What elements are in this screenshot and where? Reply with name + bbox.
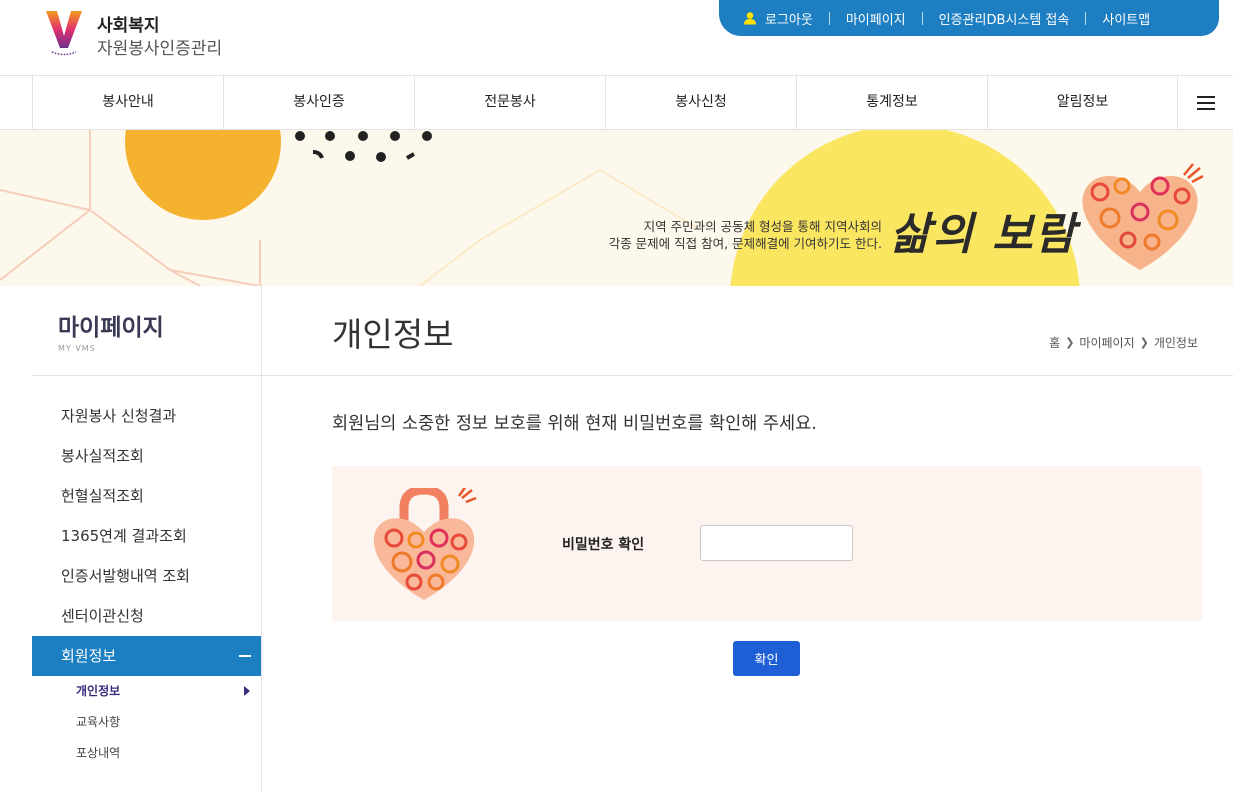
sidebar-item-1365-results[interactable]: 1365연계 결과조회: [32, 516, 261, 556]
breadcrumb-chevron-icon: ❯: [1139, 336, 1149, 349]
sidebar-menu: 자원봉사 신청결과 봉사실적조회 헌혈실적조회 1365연계 결과조회 인증서발…: [32, 376, 261, 769]
logo-subtitle: 자원봉사인증관리: [97, 39, 223, 59]
content-body: 회원님의 소중한 정보 보호를 위해 현재 비밀번호를 확인해 주세요. 비밀번…: [262, 376, 1233, 792]
util-divider: [1085, 11, 1087, 25]
banner-desc-line1: 지역 주민과의 공동체 형성을 통해 지역사회의: [643, 219, 882, 234]
sidebar: 마이페이지 MY VMS 자원봉사 신청결과 봉사실적조회 헌혈실적조회 136…: [32, 286, 262, 792]
main-navigation: 봉사안내 봉사인증 전문봉사 봉사신청 통계정보 알림정보: [0, 75, 1233, 130]
sidebar-subitem-label: 개인정보: [76, 684, 121, 698]
gnb-item-notices[interactable]: 알림정보: [987, 76, 1177, 129]
current-arrow-icon: [244, 686, 250, 696]
sitemap-link[interactable]: 사이트맵: [1102, 9, 1150, 28]
heart-illustration: [1082, 163, 1204, 270]
mypage-link[interactable]: 마이페이지: [846, 9, 906, 28]
sub-visual-banner: 지역 주민과의 공동체 형성을 통해 지역사회의 각종 문제에 직접 참여, 문…: [0, 130, 1233, 286]
banner-slogan: 삶의 보람: [890, 209, 1078, 260]
password-label: 비밀번호 확인: [562, 537, 645, 553]
banner-desc-line2: 각종 문제에 직접 참여, 문제해결에 기여하기도 한다.: [608, 236, 882, 251]
gnb-item-statistics[interactable]: 통계정보: [796, 76, 987, 129]
sidebar-subitem-awards[interactable]: 포상내역: [32, 738, 261, 769]
sidebar-item-center-transfer[interactable]: 센터이관신청: [32, 596, 261, 636]
breadcrumb-chevron-icon: ❯: [1065, 336, 1075, 349]
utility-bar: 로그아웃 마이페이지 인증관리DB시스템 접속 사이트맵: [719, 0, 1219, 36]
logout-link[interactable]: 로그아웃: [743, 9, 813, 28]
sidebar-subitem-education[interactable]: 교육사항: [32, 707, 261, 738]
db-access-link[interactable]: 인증관리DB시스템 접속: [939, 9, 1070, 28]
gnb-item-volunteer-certification[interactable]: 봉사인증: [223, 76, 414, 129]
logo-v-icon: [46, 11, 82, 56]
breadcrumb-mypage[interactable]: 마이페이지: [1079, 334, 1134, 351]
sidebar-subtitle: MY VMS: [58, 344, 96, 353]
banner-description: 지역 주민과의 공동체 형성을 통해 지역사회의 각종 문제에 직접 참여, 문…: [580, 218, 882, 252]
gnb-item-professional-volunteer[interactable]: 전문봉사: [414, 76, 605, 129]
breadcrumb: 홈 ❯ 마이페이지 ❯ 개인정보: [1049, 334, 1198, 351]
gnb-item-volunteer-guide[interactable]: 봉사안내: [32, 76, 223, 129]
password-check-box: 비밀번호 확인: [332, 466, 1202, 621]
logo-title: 사회복지: [97, 16, 160, 36]
password-input[interactable]: [700, 525, 853, 561]
hamburger-menu-icon: [1196, 95, 1215, 110]
sidebar-item-application-results[interactable]: 자원봉사 신청결과: [32, 396, 261, 436]
gnb-item-volunteer-application[interactable]: 봉사신청: [605, 76, 796, 129]
sidebar-item-member-info[interactable]: 회원정보: [32, 636, 261, 676]
sidebar-item-label: 회원정보: [61, 647, 117, 665]
sidebar-header: 마이페이지 MY VMS: [32, 286, 261, 376]
sidebar-item-volunteer-records[interactable]: 봉사실적조회: [32, 436, 261, 476]
breadcrumb-home[interactable]: 홈: [1049, 334, 1060, 351]
site-header: 사회복지 자원봉사인증관리 로그아웃 마이페이지 인증관리DB시스템 접속 사이…: [0, 0, 1233, 75]
password-notice: 회원님의 소중한 정보 보호를 위해 현재 비밀번호를 확인해 주세요.: [332, 414, 817, 434]
util-divider: [921, 11, 923, 25]
user-icon: [744, 12, 756, 25]
heart-lock-icon: [373, 488, 477, 600]
page-title: 개인정보: [332, 315, 454, 354]
breadcrumb-current: 개인정보: [1153, 336, 1198, 350]
util-divider: [828, 11, 830, 25]
sidebar-title: 마이페이지: [58, 315, 164, 341]
all-menu-button[interactable]: [1177, 76, 1233, 129]
logout-label: 로그아웃: [765, 12, 813, 28]
sidebar-item-blood-donation-records[interactable]: 헌혈실적조회: [32, 476, 261, 516]
site-logo[interactable]: 사회복지 자원봉사인증관리: [44, 8, 234, 60]
confirm-button[interactable]: 확인: [733, 641, 800, 676]
content-header: 개인정보 홈 ❯ 마이페이지 ❯ 개인정보: [262, 286, 1233, 376]
sidebar-item-certificate-history[interactable]: 인증서발행내역 조회: [32, 556, 261, 596]
sidebar-subitem-personal-info[interactable]: 개인정보: [32, 676, 261, 707]
collapse-icon: [239, 655, 251, 657]
